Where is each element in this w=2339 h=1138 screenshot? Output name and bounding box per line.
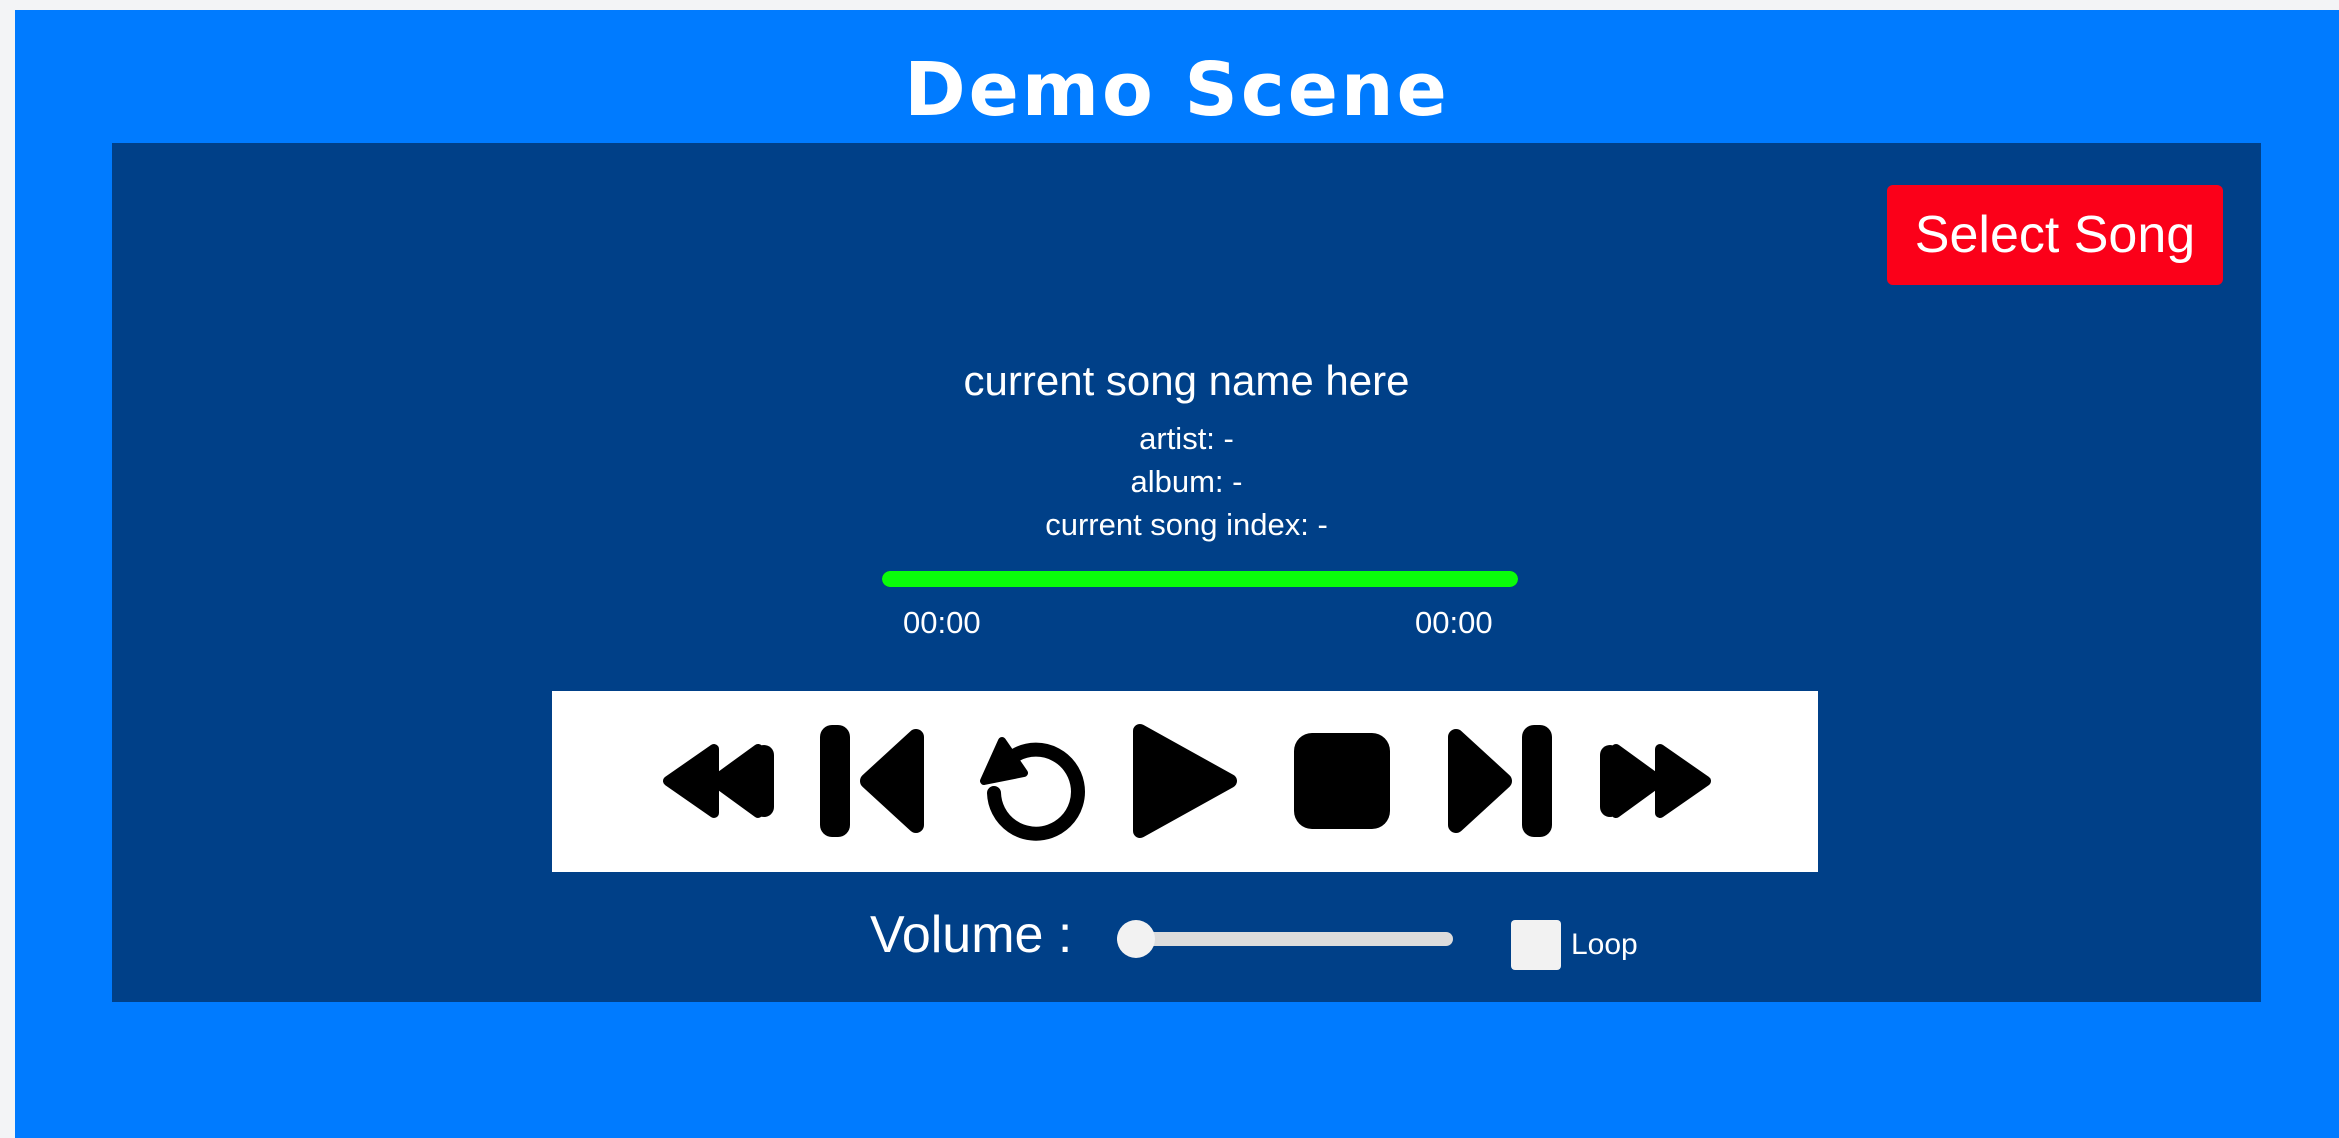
player-panel: Select Song current song name here artis…	[112, 143, 2261, 1002]
play-icon	[1133, 724, 1237, 838]
stop-icon	[1294, 733, 1390, 829]
previous-track-icon	[820, 725, 924, 837]
artist-label: artist: -	[1139, 421, 1234, 456]
current-time: 00:00	[903, 605, 981, 640]
fast-forward-button[interactable]	[1592, 721, 1712, 841]
rewind-button[interactable]	[662, 721, 782, 841]
previous-track-button[interactable]	[816, 721, 936, 841]
volume-label: Volume :	[870, 906, 1073, 964]
loop-label: Loop	[1571, 928, 1638, 961]
restart-button[interactable]	[972, 721, 1092, 841]
playback-controls	[552, 691, 1818, 872]
total-time: 00:00	[1415, 605, 1493, 640]
app-window: Demo Scene Select Song current song name…	[15, 10, 2339, 1138]
select-song-button[interactable]: Select Song	[1887, 185, 2223, 285]
stop-button[interactable]	[1282, 721, 1402, 841]
progress-fill	[882, 571, 1518, 587]
volume-thumb[interactable]	[1117, 920, 1155, 958]
restart-icon	[980, 737, 1085, 841]
fast-forward-icon	[1600, 744, 1711, 818]
progress-bar[interactable]	[882, 571, 1518, 587]
song-name: current song name here	[963, 357, 1410, 404]
volume-slider[interactable]	[1117, 919, 1453, 959]
song-index-label: current song index: -	[1045, 507, 1328, 542]
volume-track	[1117, 932, 1453, 946]
next-track-icon	[1448, 725, 1552, 837]
play-button[interactable]	[1126, 721, 1246, 841]
loop-checkbox[interactable]	[1511, 920, 1561, 970]
next-track-button[interactable]	[1436, 721, 1556, 841]
rewind-icon	[663, 744, 774, 818]
album-label: album: -	[1130, 464, 1243, 499]
scene-title: Demo Scene	[904, 47, 1450, 133]
